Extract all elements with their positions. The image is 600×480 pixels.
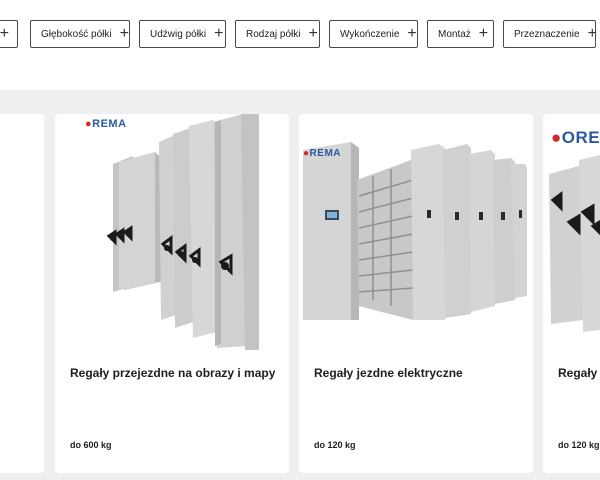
filter-label: Rodzaj półki <box>246 28 301 40</box>
filter-button-purpose[interactable]: Przeznaczenie + <box>503 20 597 48</box>
filter-label: Przeznaczenie <box>514 28 580 40</box>
product-card[interactable]: ●REMA <box>299 114 533 473</box>
product-card[interactable]: ●REMA <box>55 114 289 473</box>
brand-logo-text: REMA <box>92 118 127 130</box>
mobile-shelving-image <box>549 155 600 332</box>
filter-label: Głębokość półki <box>41 28 112 40</box>
filter-label: Montaż <box>438 28 471 40</box>
brand-logo-text: REMA <box>309 148 341 159</box>
product-card-partial-right[interactable]: ●ORE Regały p do 120 kg <box>543 114 600 473</box>
product-card-partial-left[interactable] <box>0 114 44 473</box>
filter-button-shelf-capacity[interactable]: Udźwig półki + <box>139 20 226 48</box>
product-title[interactable]: Regały przejezdne na obrazy i mapy <box>70 366 275 380</box>
filter-button-shelf-type[interactable]: Rodzaj półki + <box>235 20 320 48</box>
filter-bar: + Głębokość półki + Udźwig półki + Rodza… <box>0 0 600 90</box>
product-image[interactable]: ●REMA <box>55 114 289 350</box>
product-image[interactable]: ●ORE <box>543 114 600 350</box>
product-capacity: do 120 kg <box>558 440 600 450</box>
product-capacity: do 600 kg <box>70 440 112 450</box>
plus-icon: + <box>0 25 9 42</box>
filter-button-shelf-depth[interactable]: Głębokość półki + <box>30 20 130 48</box>
filter-button-finish[interactable]: Wykończenie + <box>329 20 418 48</box>
product-capacity: do 120 kg <box>314 440 356 450</box>
filter-button-partial[interactable]: + <box>0 20 18 48</box>
plus-icon: + <box>119 25 129 42</box>
brand-logo-text: ORE <box>561 128 600 147</box>
product-title[interactable]: Regały jezdne elektryczne <box>314 366 463 380</box>
page: + Głębokość półki + Udźwig półki + Rodza… <box>0 0 600 480</box>
brand-logo: ●REMA <box>85 118 127 130</box>
brand-logo: ●REMA <box>303 148 341 159</box>
mobile-shelving-image <box>106 114 259 350</box>
plus-icon: + <box>308 25 318 42</box>
brand-logo: ●ORE <box>551 128 600 147</box>
plus-icon: + <box>407 25 417 42</box>
filter-label: Udźwig półki <box>150 28 207 40</box>
filter-button-mounting[interactable]: Montaż + <box>427 20 494 48</box>
product-title[interactable]: Regały p <box>558 366 600 380</box>
plus-icon: + <box>587 25 597 42</box>
product-image[interactable]: ●REMA <box>299 114 533 350</box>
plus-icon: + <box>214 25 224 42</box>
filter-label: Wykończenie <box>340 28 400 40</box>
plus-icon: + <box>478 25 489 42</box>
